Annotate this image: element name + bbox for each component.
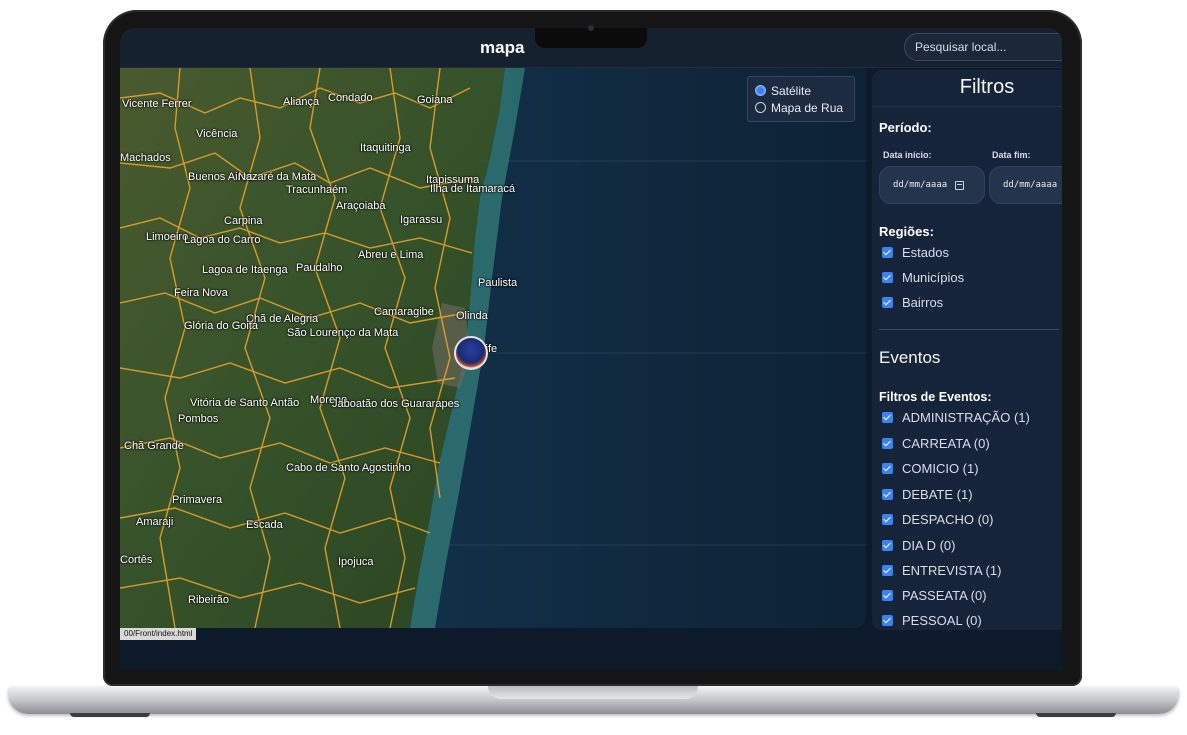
checkbox[interactable] bbox=[882, 565, 893, 576]
checkbox[interactable] bbox=[882, 590, 893, 601]
event-checkbox-administracao[interactable]: ADMINISTRAÇÃO (1) bbox=[882, 410, 1030, 425]
event-checkbox-carreata[interactable]: CARREATA (0) bbox=[882, 436, 990, 451]
layer-switcher: Satélite Mapa de Rua bbox=[747, 76, 855, 122]
event-checkbox-despacho[interactable]: DESPACHO (0) bbox=[882, 512, 994, 527]
calendar-icon[interactable] bbox=[955, 180, 965, 190]
event-checkbox-passeata[interactable]: PASSEATA (0) bbox=[882, 588, 987, 603]
checkbox-label: CARREATA (0) bbox=[902, 436, 990, 451]
end-date-value: dd/mm/aaaa bbox=[1003, 180, 1058, 190]
regions-label: Regiões: bbox=[879, 224, 934, 239]
checkbox[interactable] bbox=[882, 247, 893, 258]
checkbox-label: DESPACHO (0) bbox=[902, 512, 994, 527]
filters-title: Filtros bbox=[959, 76, 1015, 98]
checkbox[interactable] bbox=[882, 514, 893, 525]
event-checkbox-entrevista[interactable]: ENTREVISTA (1) bbox=[882, 563, 1001, 578]
map-canvas[interactable] bbox=[120, 68, 866, 628]
event-checkbox-debate[interactable]: DEBATE (1) bbox=[882, 487, 973, 502]
event-marker-recife[interactable] bbox=[454, 336, 488, 370]
checkbox[interactable] bbox=[882, 412, 893, 423]
events-title: Eventos bbox=[879, 348, 941, 367]
app-title: mapa bbox=[480, 38, 525, 57]
camera-notch bbox=[535, 28, 647, 48]
layer-option-street-map[interactable]: Mapa de Rua bbox=[755, 99, 847, 116]
checkbox[interactable] bbox=[882, 540, 893, 551]
checkbox-label: DEBATE (1) bbox=[902, 487, 973, 502]
region-checkbox-estados[interactable]: Estados bbox=[882, 245, 949, 260]
region-checkbox-municipios[interactable]: Municípios bbox=[882, 270, 964, 285]
event-checkbox-pessoal[interactable]: PESSOAL (0) bbox=[882, 613, 982, 628]
laptop-screen: mapa Pesquisar local... Vicente Ferrer A… bbox=[120, 28, 1062, 670]
checkbox-label: Estados bbox=[902, 245, 949, 260]
layer-option-satellite[interactable]: Satélite bbox=[755, 82, 847, 99]
checkbox-label: PASSEATA (0) bbox=[902, 588, 987, 603]
checkbox[interactable] bbox=[882, 272, 893, 283]
layer-label: Satélite bbox=[771, 83, 812, 98]
laptop-foot-right bbox=[1036, 713, 1116, 717]
end-date-label: Data fim: bbox=[992, 150, 1031, 160]
checkbox-label: PESSOAL (0) bbox=[902, 613, 982, 628]
checkbox-label: DIA D (0) bbox=[902, 538, 956, 553]
checkbox[interactable] bbox=[882, 438, 893, 449]
camera-icon bbox=[588, 25, 594, 31]
radio-street-map[interactable] bbox=[755, 102, 766, 113]
checkbox[interactable] bbox=[882, 615, 893, 626]
start-date-value: dd/mm/aaaa bbox=[893, 180, 948, 190]
radio-satellite[interactable] bbox=[755, 85, 766, 96]
layer-label: Mapa de Rua bbox=[771, 100, 844, 115]
event-filters-label: Filtros de Eventos: bbox=[879, 390, 992, 404]
checkbox-label: ADMINISTRAÇÃO (1) bbox=[902, 410, 1030, 425]
filters-header-divider bbox=[872, 106, 1062, 107]
search-input[interactable] bbox=[904, 33, 1062, 61]
start-date-field[interactable]: dd/mm/aaaa bbox=[879, 166, 985, 204]
laptop-opening-groove bbox=[488, 686, 698, 699]
event-checkbox-comicio[interactable]: COMICIO (1) bbox=[882, 461, 979, 476]
checkbox-label: ENTREVISTA (1) bbox=[902, 563, 1002, 578]
filters-panel: Filtros Período: Data início: Data fim: … bbox=[872, 70, 1062, 630]
end-date-field[interactable]: dd/mm/aaaa bbox=[989, 166, 1062, 204]
start-date-label: Data início: bbox=[883, 150, 932, 160]
checkbox[interactable] bbox=[882, 489, 893, 500]
period-label: Período: bbox=[879, 120, 932, 135]
event-checkbox-dia-d[interactable]: DIA D (0) bbox=[882, 538, 955, 553]
map-view[interactable]: Vicente Ferrer Aliança Condado Goiana Vi… bbox=[120, 68, 866, 628]
laptop-foot-left bbox=[70, 713, 150, 717]
checkbox-label: Municípios bbox=[902, 270, 965, 285]
checkbox[interactable] bbox=[882, 463, 893, 474]
checkbox[interactable] bbox=[882, 297, 893, 308]
checkbox-label: Bairros bbox=[902, 295, 944, 310]
region-checkbox-bairros[interactable]: Bairros bbox=[882, 295, 943, 310]
status-bar-url: 00/Front/index.html bbox=[120, 628, 197, 640]
section-divider bbox=[879, 329, 1059, 330]
checkbox-label: COMICIO (1) bbox=[902, 461, 979, 476]
